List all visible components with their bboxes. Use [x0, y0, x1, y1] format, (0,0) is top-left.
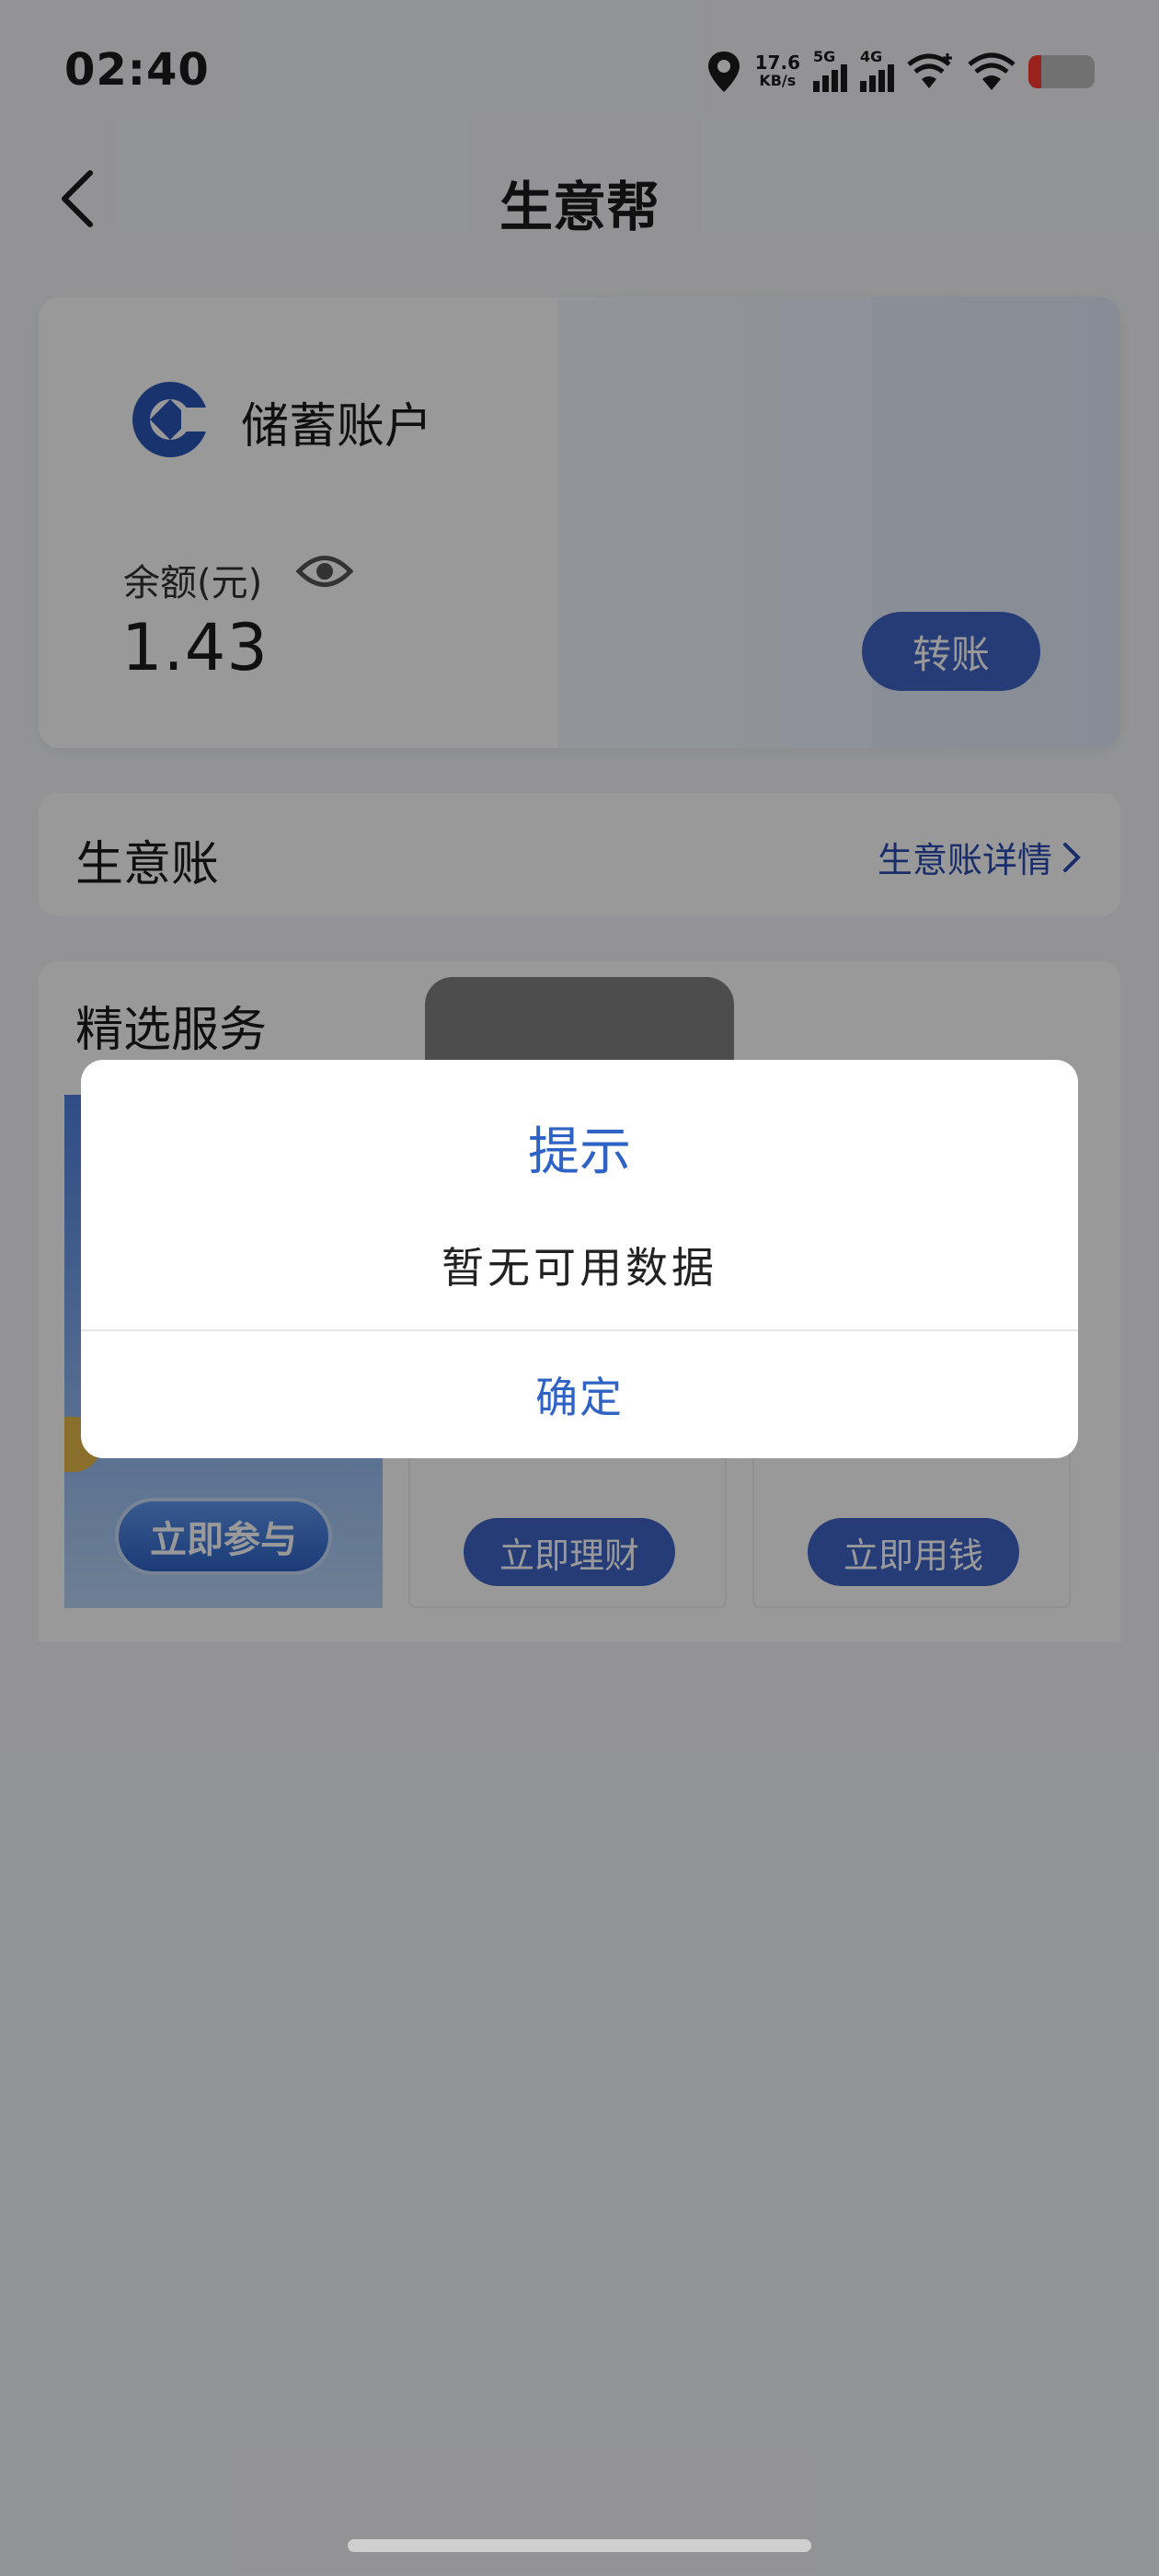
alert-dialog: 提示 暂无可用数据 确定: [81, 1060, 1078, 1458]
confirm-button[interactable]: 确定: [81, 1331, 1078, 1458]
dialog-message: 暂无可用数据: [442, 1243, 717, 1293]
dialog-title: 提示: [528, 1122, 631, 1182]
home-indicator[interactable]: [348, 2539, 811, 2552]
